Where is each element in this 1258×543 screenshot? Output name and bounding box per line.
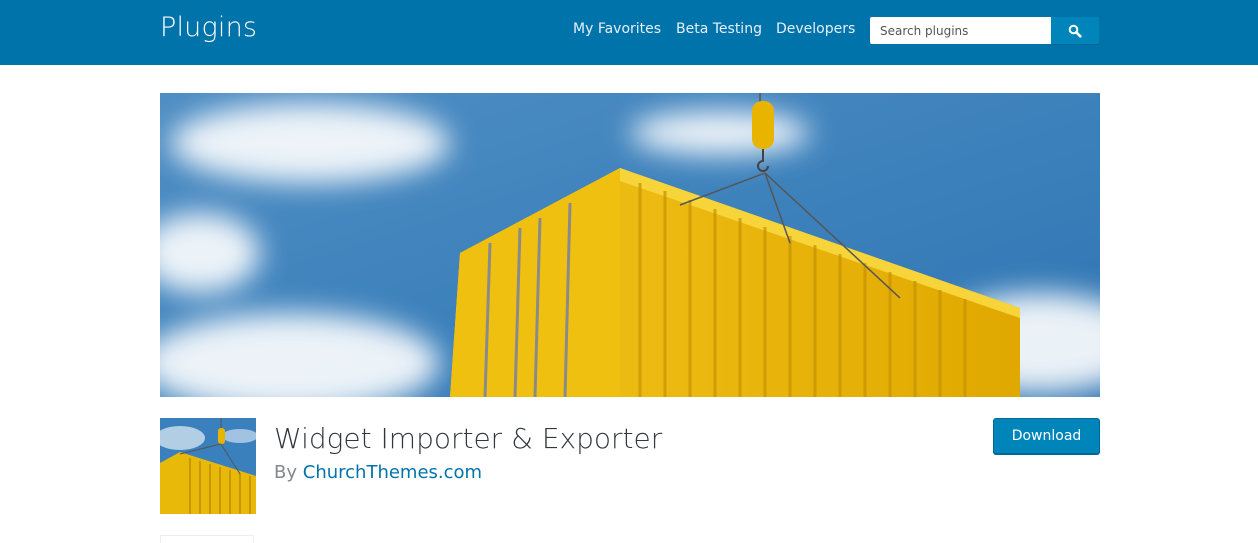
search-input[interactable]: [870, 17, 1052, 44]
search-icon: [1068, 24, 1082, 38]
site-title-link[interactable]: Plugins: [160, 12, 257, 43]
site-header: Plugins My Favorites Beta Testing Develo…: [0, 0, 1258, 65]
author-link[interactable]: ChurchThemes.com: [303, 462, 482, 483]
plugin-icon: [160, 418, 256, 514]
search-button[interactable]: [1051, 17, 1099, 44]
plugin-title: Widget Importer & Exporter: [274, 422, 663, 455]
nav-my-favorites[interactable]: My Favorites: [573, 21, 661, 37]
download-button[interactable]: Download: [993, 418, 1100, 454]
shipping-container-banner-image: [160, 93, 1100, 397]
plugin-banner: [160, 93, 1100, 397]
nav-developers[interactable]: Developers: [776, 21, 855, 37]
by-label: By: [274, 462, 298, 483]
plugin-byline: By ChurchThemes.com: [274, 462, 482, 483]
search-form: [870, 17, 1099, 44]
nav-beta-testing[interactable]: Beta Testing: [676, 21, 762, 37]
plugin-tab-stub[interactable]: [160, 535, 254, 543]
shipping-container-icon-image: [160, 418, 256, 514]
